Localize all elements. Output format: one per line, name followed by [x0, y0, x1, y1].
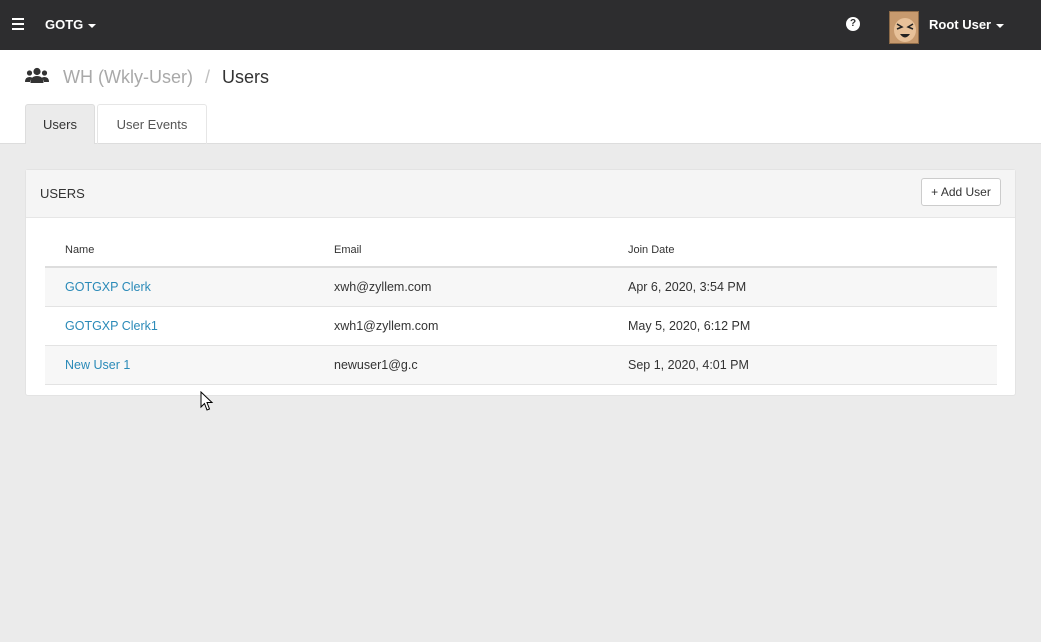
- column-header-name[interactable]: Name: [65, 244, 94, 256]
- caret-down-icon: [996, 23, 1005, 28]
- users-table: Name Email Join Date GOTGXP Clerk xwh@zy…: [45, 232, 997, 385]
- table-row: New User 1 newuser1@g.c Sep 1, 2020, 4:0…: [45, 346, 997, 385]
- brand-dropdown[interactable]: GOTG: [45, 17, 97, 32]
- panel-title: USERS: [40, 186, 85, 201]
- breadcrumb-parent[interactable]: WH (Wkly-User): [63, 67, 193, 88]
- user-email: xwh@zyllem.com: [334, 280, 432, 294]
- user-email: newuser1@g.c: [334, 358, 418, 372]
- question-circle-icon[interactable]: ?: [846, 17, 860, 31]
- user-join-date: May 5, 2020, 6:12 PM: [628, 319, 751, 333]
- page-header: WH (Wkly-User) / Users Users User Events: [0, 50, 1041, 144]
- table-row: GOTGXP Clerk1 xwh1@zyllem.com May 5, 202…: [45, 307, 997, 346]
- avatar[interactable]: [889, 11, 919, 44]
- user-name-link[interactable]: GOTGXP Clerk: [65, 280, 151, 294]
- users-panel: USERS + Add User Name Email Join Date GO…: [25, 169, 1016, 396]
- users-icon: [25, 67, 49, 83]
- user-name-link[interactable]: GOTGXP Clerk1: [65, 319, 158, 333]
- tab-user-events[interactable]: User Events: [97, 104, 207, 144]
- user-join-date: Sep 1, 2020, 4:01 PM: [628, 358, 749, 372]
- breadcrumb-separator: /: [205, 67, 211, 87]
- table-header: Name Email Join Date: [45, 232, 997, 268]
- brand-label: GOTG: [45, 17, 84, 32]
- hamburger-menu-icon[interactable]: [12, 18, 24, 30]
- user-name-link[interactable]: New User 1: [65, 358, 130, 372]
- column-header-email[interactable]: Email: [334, 244, 362, 256]
- user-menu-dropdown[interactable]: Root User: [929, 17, 1005, 32]
- user-email: xwh1@zyllem.com: [334, 319, 439, 333]
- tab-users[interactable]: Users: [25, 104, 95, 144]
- caret-down-icon: [88, 23, 97, 28]
- table-row: GOTGXP Clerk xwh@zyllem.com Apr 6, 2020,…: [45, 268, 997, 307]
- panel-header: USERS + Add User: [26, 170, 1015, 218]
- add-user-button[interactable]: + Add User: [921, 178, 1001, 206]
- top-navbar: GOTG ? Root User: [0, 0, 1041, 50]
- user-name: Root User: [929, 17, 992, 32]
- page-title: Users: [222, 67, 270, 87]
- user-join-date: Apr 6, 2020, 3:54 PM: [628, 280, 747, 294]
- mouse-cursor-icon: [200, 391, 214, 411]
- column-header-join-date[interactable]: Join Date: [628, 244, 674, 256]
